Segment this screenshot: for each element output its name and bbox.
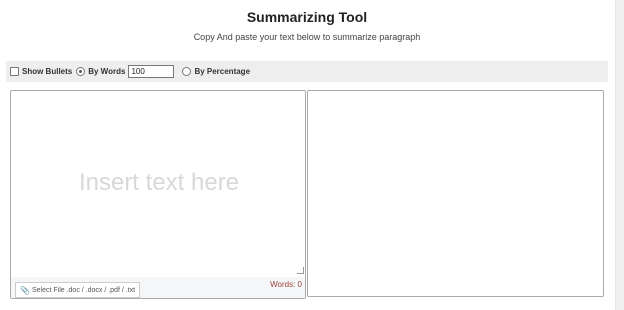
options-toolbar: Show Bullets By Words 100 By Percentage — [6, 61, 608, 82]
show-bullets-option[interactable]: Show Bullets — [10, 67, 72, 76]
by-words-radio[interactable] — [76, 67, 86, 76]
by-words-label: By Words — [88, 67, 126, 76]
select-file-label: Select File .doc / .docx / .pdf / .txt — [31, 286, 136, 294]
by-percentage-label: By Percentage — [194, 67, 251, 76]
select-file-button[interactable]: 📎 Select File .doc / .docx / .pdf / .txt — [15, 282, 141, 298]
resize-grip-icon[interactable] — [297, 267, 304, 274]
word-count: Words: 0 — [270, 280, 302, 289]
page-scrollbar[interactable] — [615, 0, 624, 310]
by-words-option[interactable]: By Words — [76, 67, 125, 76]
show-bullets-label: Show Bullets — [22, 67, 73, 76]
input-textarea[interactable]: Insert text here 📎 Select File .doc / .d… — [10, 90, 306, 299]
paperclip-icon: 📎 — [20, 285, 30, 295]
by-percentage-option[interactable]: By Percentage — [182, 67, 250, 76]
input-placeholder: Insert text here — [78, 169, 240, 196]
page-title: Summarizing Tool — [246, 9, 368, 25]
words-count-input[interactable]: 100 — [128, 65, 175, 78]
show-bullets-checkbox[interactable] — [10, 67, 19, 76]
summary-output[interactable] — [307, 90, 604, 297]
input-footer: 📎 Select File .doc / .docx / .pdf / .txt… — [11, 277, 305, 298]
by-percentage-radio[interactable] — [182, 67, 192, 76]
page-subtitle: Copy And paste your text below to summar… — [193, 32, 421, 42]
